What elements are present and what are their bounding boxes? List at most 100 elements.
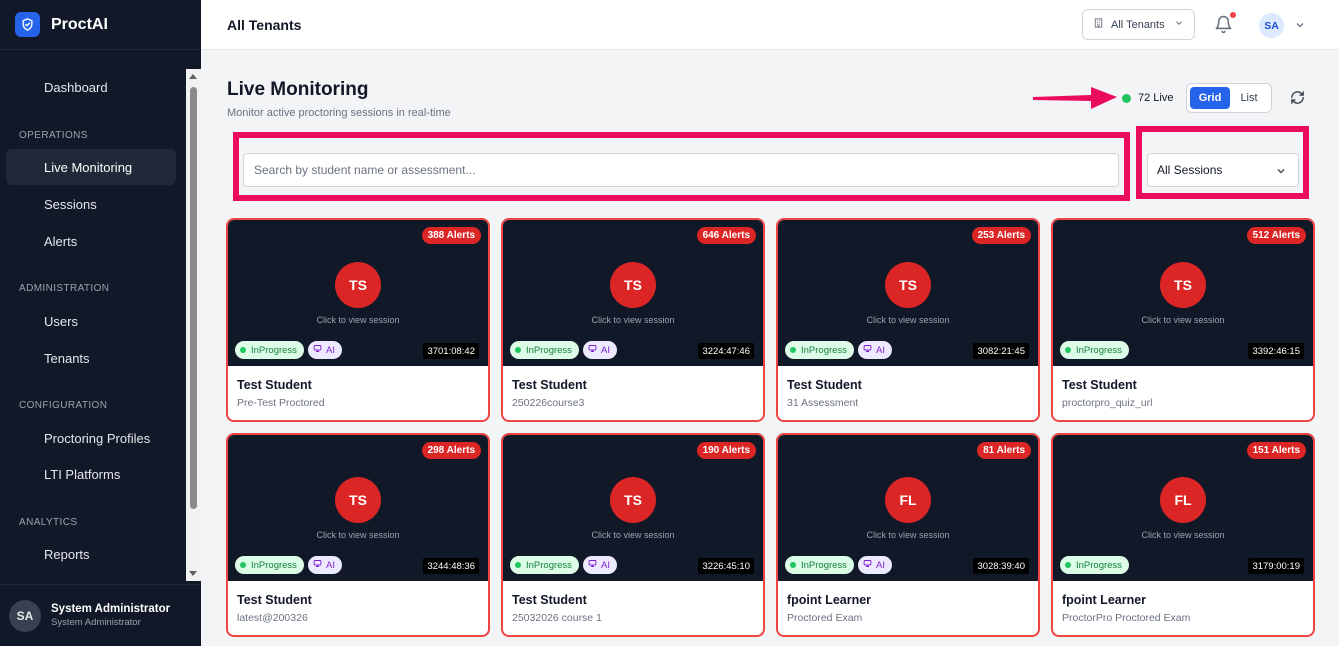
student-avatar: FL [885, 477, 931, 523]
assessment-name: 250226course3 [512, 397, 585, 409]
main-content: Live Monitoring Monitor active proctorin… [201, 50, 1339, 646]
sidebar-item-lti-platforms[interactable]: LTI Platforms [6, 456, 176, 492]
sidebar-user-profile[interactable]: SA System Administrator System Administr… [0, 584, 201, 646]
status-label: InProgress [1076, 344, 1122, 356]
student-avatar: FL [1160, 477, 1206, 523]
monitor-icon [863, 559, 872, 571]
view-hint: Click to view session [1141, 315, 1225, 325]
assessment-name: Pre-Test Proctored [237, 397, 325, 409]
bell-icon[interactable] [1214, 15, 1234, 35]
status-badge: InProgress [785, 556, 854, 574]
status-label: InProgress [251, 344, 297, 356]
session-card[interactable]: 512 Alerts TS Click to view session InPr… [1051, 218, 1315, 422]
sidebar-item-dashboard[interactable]: Dashboard [6, 69, 176, 105]
assessment-name: latest@200326 [237, 612, 308, 624]
ai-badge: AI [583, 341, 617, 359]
brand[interactable]: ProctAI [0, 0, 201, 50]
session-video[interactable]: 646 Alerts TS Click to view session InPr… [503, 220, 763, 366]
ai-badge: AI [308, 556, 342, 574]
user-avatar[interactable]: SA [1259, 13, 1284, 38]
session-video[interactable]: 253 Alerts TS Click to view session InPr… [778, 220, 1038, 366]
status-dot-icon [1065, 347, 1071, 353]
brand-name: ProctAI [51, 15, 108, 33]
status-badge: InProgress [510, 341, 579, 359]
user-menu-chevron-icon[interactable] [1294, 18, 1306, 36]
session-timer: 3701:08:42 [423, 343, 479, 359]
status-badge: InProgress [510, 556, 579, 574]
live-dot-icon [1122, 93, 1131, 103]
session-timer: 3226:45:10 [698, 558, 754, 574]
sidebar-item-sessions[interactable]: Sessions [6, 186, 176, 222]
student-name: Test Student [237, 378, 312, 392]
session-card[interactable]: 298 Alerts TS Click to view session InPr… [226, 433, 490, 637]
chevron-down-icon [1275, 165, 1287, 180]
sidebar-item-proctoring-profiles[interactable]: Proctoring Profiles [6, 420, 176, 456]
sidebar-scrollbar[interactable] [186, 69, 201, 581]
session-video[interactable]: 512 Alerts TS Click to view session InPr… [1053, 220, 1313, 366]
refresh-icon[interactable] [1290, 90, 1306, 106]
session-timer: 3082:21:45 [973, 343, 1029, 359]
status-label: InProgress [801, 559, 847, 571]
scrollbar-thumb[interactable] [190, 87, 197, 509]
session-card[interactable]: 388 Alerts TS Click to view session InPr… [226, 218, 490, 422]
view-hint: Click to view session [591, 315, 675, 325]
session-card[interactable]: 190 Alerts TS Click to view session InPr… [501, 433, 765, 637]
monitor-icon [863, 344, 872, 356]
sidebar-item-reports[interactable]: Reports [6, 536, 176, 572]
assessment-name: ProctorPro Proctored Exam [1062, 612, 1191, 624]
student-name: fpoint Learner [787, 593, 872, 607]
student-name: Test Student [787, 378, 862, 392]
session-video[interactable]: 298 Alerts TS Click to view session InPr… [228, 435, 488, 581]
sidebar-item-users[interactable]: Users [6, 303, 176, 339]
session-card[interactable]: 81 Alerts FL Click to view session InPro… [776, 433, 1040, 637]
student-name: Test Student [237, 593, 312, 607]
view-toggle: Grid List [1186, 83, 1272, 113]
session-video[interactable]: 151 Alerts FL Click to view session InPr… [1053, 435, 1313, 581]
monitor-icon [588, 559, 597, 571]
status-badge: InProgress [235, 341, 304, 359]
alerts-badge: 298 Alerts [421, 442, 481, 459]
alerts-badge: 151 Alerts [1246, 442, 1306, 459]
scroll-up-arrow-icon[interactable] [189, 74, 197, 79]
avatar: SA [9, 599, 41, 632]
alerts-badge: 81 Alerts [977, 442, 1031, 459]
alerts-badge: 388 Alerts [421, 227, 481, 244]
session-video[interactable]: 388 Alerts TS Click to view session InPr… [228, 220, 488, 366]
status-dot-icon [790, 562, 796, 568]
scroll-down-arrow-icon[interactable] [189, 571, 197, 576]
page-breadcrumb: All Tenants [227, 17, 302, 33]
search-input[interactable]: Search by student name or assessment... [243, 153, 1119, 187]
view-hint: Click to view session [316, 530, 400, 540]
session-filter-select[interactable]: All Sessions [1147, 153, 1299, 187]
session-card[interactable]: 646 Alerts TS Click to view session InPr… [501, 218, 765, 422]
user-name: System Administrator [51, 603, 171, 615]
assessment-name: 25032026 course 1 [512, 612, 602, 624]
sidebar-section-operations: OPERATIONS [19, 130, 88, 141]
session-card[interactable]: 253 Alerts TS Click to view session InPr… [776, 218, 1040, 422]
ai-label: AI [326, 344, 335, 356]
assessment-name: 31 Assessment [787, 397, 859, 409]
sidebar-item-alerts[interactable]: Alerts [6, 223, 176, 259]
session-card[interactable]: 151 Alerts FL Click to view session InPr… [1051, 433, 1315, 637]
alerts-badge: 253 Alerts [971, 227, 1031, 244]
grid-view-button[interactable]: Grid [1190, 87, 1230, 109]
annotation-arrow-icon [1033, 87, 1117, 109]
building-icon [1093, 17, 1104, 32]
notification-dot [1230, 12, 1236, 18]
student-avatar: TS [885, 262, 931, 308]
sidebar-item-tenants[interactable]: Tenants [6, 340, 176, 376]
live-indicator: 72 Live [1122, 92, 1173, 104]
ai-label: AI [326, 559, 335, 571]
page-subtitle: Monitor active proctoring sessions in re… [227, 107, 451, 119]
sidebar-item-live-monitoring[interactable]: Live Monitoring [6, 149, 176, 185]
list-view-button[interactable]: List [1230, 87, 1268, 109]
session-timer: 3392:46:15 [1248, 343, 1304, 359]
session-video[interactable]: 81 Alerts FL Click to view session InPro… [778, 435, 1038, 581]
ai-label: AI [601, 344, 610, 356]
ai-label: AI [876, 344, 885, 356]
tenant-select[interactable]: All Tenants [1082, 9, 1195, 40]
ai-badge: AI [858, 341, 892, 359]
status-badge: InProgress [1060, 556, 1129, 574]
student-avatar: TS [335, 262, 381, 308]
session-video[interactable]: 190 Alerts TS Click to view session InPr… [503, 435, 763, 581]
